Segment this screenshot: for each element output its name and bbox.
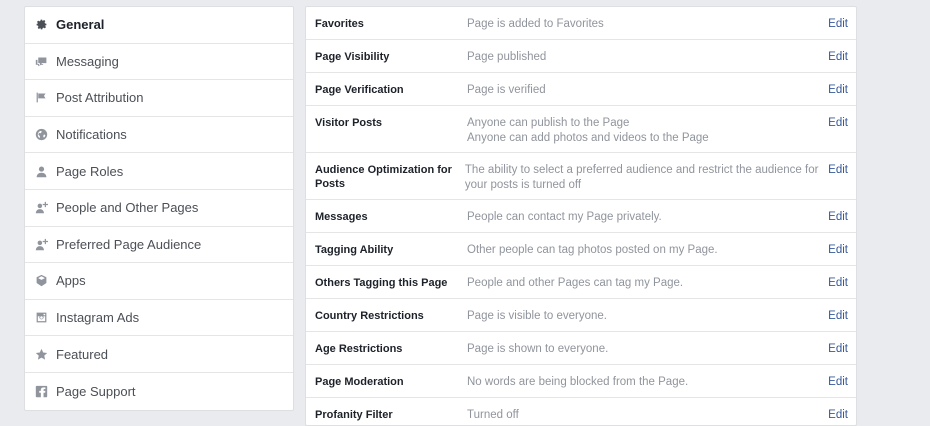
- setting-value: Page is verified: [467, 83, 818, 105]
- setting-value-line: Anyone can add photos and videos to the …: [467, 132, 709, 144]
- edit-link[interactable]: Edit: [818, 408, 848, 425]
- sidebar-item-instagram-ads[interactable]: Instagram Ads: [25, 300, 293, 337]
- setting-value-line: Page is added to Favorites: [467, 18, 604, 30]
- person-add-icon: [35, 238, 48, 251]
- cube-icon: [35, 274, 48, 287]
- setting-value: People can contact my Page privately.: [467, 210, 818, 232]
- globe-icon: [35, 128, 48, 141]
- sidebar-item-label: Featured: [56, 346, 109, 362]
- edit-link[interactable]: Edit: [818, 116, 848, 152]
- settings-sidebar: General Messaging Post Attribution Notif…: [24, 6, 294, 411]
- facebook-icon: [35, 385, 48, 398]
- setting-value-line: People can contact my Page privately.: [467, 211, 662, 223]
- sidebar-item-label: Post Attribution: [56, 90, 144, 106]
- flag-icon: [35, 91, 48, 104]
- setting-label: Tagging Ability: [315, 244, 394, 256]
- edit-link[interactable]: Edit: [818, 375, 848, 397]
- sidebar-item-messaging[interactable]: Messaging: [25, 44, 293, 81]
- settings-row-page-verification[interactable]: Page Verification Page is verified Edit: [306, 73, 856, 106]
- setting-label: Profanity Filter: [315, 409, 393, 421]
- setting-value: Page is visible to everyone.: [467, 309, 818, 331]
- setting-label: Audience Optimization for Posts: [315, 164, 452, 190]
- sidebar-item-people-and-other-pages[interactable]: People and Other Pages: [25, 190, 293, 227]
- sidebar-item-notifications[interactable]: Notifications: [25, 117, 293, 154]
- edit-link[interactable]: Edit: [818, 276, 848, 298]
- settings-row-others-tagging[interactable]: Others Tagging this Page People and othe…: [306, 266, 856, 299]
- person-icon: [35, 165, 48, 178]
- setting-label: Visitor Posts: [315, 117, 383, 129]
- setting-value-line: Page is visible to everyone.: [467, 310, 607, 322]
- sidebar-item-label: Page Roles: [56, 163, 124, 179]
- setting-label: Messages: [315, 211, 368, 223]
- setting-value-line: Page published: [467, 51, 547, 63]
- general-settings-panel: Favorites Page is added to Favorites Edi…: [305, 6, 857, 426]
- setting-value: Page published: [467, 50, 818, 72]
- sidebar-item-label: People and Other Pages: [56, 200, 199, 216]
- setting-value-line: People and other Pages can tag my Page.: [467, 277, 684, 289]
- setting-value: The ability to select a preferred audien…: [465, 163, 819, 199]
- edit-link[interactable]: Edit: [818, 309, 848, 331]
- setting-value-line: Page is verified: [467, 84, 546, 96]
- sidebar-item-label: General: [56, 17, 105, 33]
- settings-row-favorites[interactable]: Favorites Page is added to Favorites Edi…: [306, 7, 856, 40]
- sidebar-item-label: Apps: [56, 273, 86, 289]
- sidebar-item-label: Notifications: [56, 127, 127, 143]
- sidebar-item-featured[interactable]: Featured: [25, 336, 293, 373]
- setting-value: No words are being blocked from the Page…: [467, 375, 818, 397]
- sidebar-item-page-roles[interactable]: Page Roles: [25, 153, 293, 190]
- edit-link[interactable]: Edit: [818, 210, 848, 232]
- messaging-icon: [35, 55, 48, 68]
- settings-row-visitor-posts[interactable]: Visitor Posts Anyone can publish to the …: [306, 106, 856, 153]
- settings-row-page-visibility[interactable]: Page Visibility Page published Edit: [306, 40, 856, 73]
- settings-row-profanity-filter[interactable]: Profanity Filter Turned off Edit: [306, 398, 856, 425]
- edit-link[interactable]: Edit: [818, 342, 848, 364]
- edit-link[interactable]: Edit: [818, 163, 848, 199]
- sidebar-item-label: Instagram Ads: [56, 310, 140, 326]
- setting-label: Favorites: [315, 18, 364, 30]
- setting-label: Others Tagging this Page: [315, 277, 448, 289]
- sidebar-item-label: Messaging: [56, 53, 119, 69]
- person-add-icon: [35, 201, 48, 214]
- setting-value-line: The ability to select a preferred audien…: [464, 164, 819, 176]
- edit-link[interactable]: Edit: [818, 17, 848, 39]
- sidebar-item-preferred-page-audience[interactable]: Preferred Page Audience: [25, 227, 293, 264]
- setting-label: Age Restrictions: [315, 343, 403, 355]
- setting-value-line: your posts is turned off: [464, 179, 582, 191]
- gear-icon: [35, 18, 48, 31]
- setting-value-line: Turned off: [467, 409, 519, 421]
- edit-link[interactable]: Edit: [818, 243, 848, 265]
- instagram-icon: [35, 311, 48, 324]
- setting-value: Turned off: [467, 408, 818, 425]
- sidebar-item-general[interactable]: General: [25, 7, 293, 44]
- setting-value-line: No words are being blocked from the Page…: [467, 376, 689, 388]
- settings-row-page-moderation[interactable]: Page Moderation No words are being block…: [306, 365, 856, 398]
- edit-link[interactable]: Edit: [818, 50, 848, 72]
- setting-label: Page Verification: [315, 84, 404, 96]
- settings-row-age-restrictions[interactable]: Age Restrictions Page is shown to everyo…: [306, 332, 856, 365]
- edit-link[interactable]: Edit: [818, 83, 848, 105]
- setting-label: Page Visibility: [315, 51, 390, 63]
- setting-value: People and other Pages can tag my Page.: [467, 276, 818, 298]
- setting-value-line: Anyone can publish to the Page: [467, 117, 630, 129]
- sidebar-item-post-attribution[interactable]: Post Attribution: [25, 80, 293, 117]
- setting-value-line: Other people can tag photos posted on my…: [467, 244, 718, 256]
- settings-row-messages[interactable]: Messages People can contact my Page priv…: [306, 200, 856, 233]
- sidebar-item-apps[interactable]: Apps: [25, 263, 293, 300]
- setting-value: Anyone can publish to the Page Anyone ca…: [467, 116, 818, 152]
- settings-row-tagging-ability[interactable]: Tagging Ability Other people can tag pho…: [306, 233, 856, 266]
- sidebar-item-label: Preferred Page Audience: [56, 236, 202, 252]
- setting-value: Page is added to Favorites: [467, 17, 818, 39]
- setting-value-line: Page is shown to everyone.: [467, 343, 609, 355]
- setting-label: Page Moderation: [315, 376, 404, 388]
- sidebar-item-label: Page Support: [56, 383, 136, 399]
- star-icon: [35, 348, 48, 361]
- settings-row-audience-optimization[interactable]: Audience Optimization for Posts The abil…: [306, 153, 856, 200]
- settings-row-country-restrictions[interactable]: Country Restrictions Page is visible to …: [306, 299, 856, 332]
- setting-value: Other people can tag photos posted on my…: [467, 243, 818, 265]
- setting-value: Page is shown to everyone.: [467, 342, 818, 364]
- setting-label: Country Restrictions: [315, 310, 424, 322]
- sidebar-item-page-support[interactable]: Page Support: [25, 373, 293, 410]
